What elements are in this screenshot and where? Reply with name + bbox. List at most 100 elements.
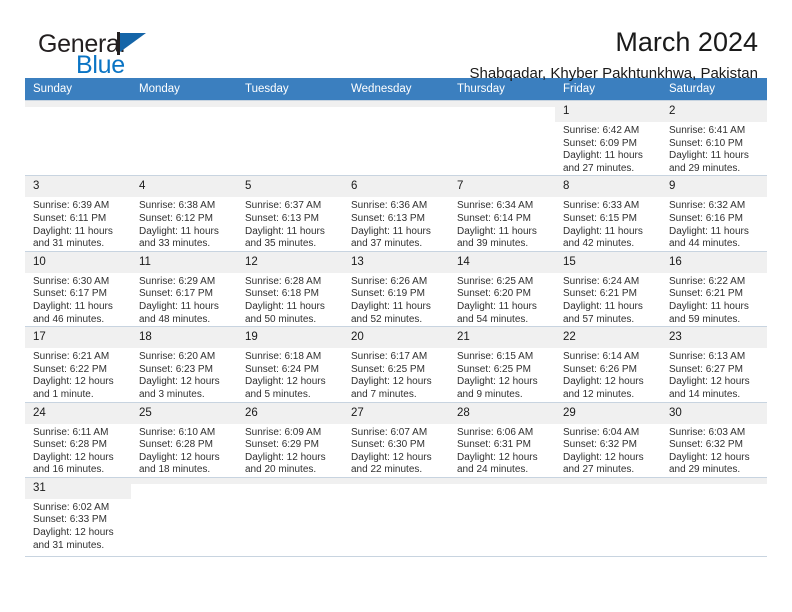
- sunrise-text: Sunrise: 6:17 AM: [351, 351, 428, 363]
- sunset-text: Sunset: 6:22 PM: [33, 363, 107, 375]
- day-number: 14: [449, 251, 555, 273]
- calendar-cell-empty: [237, 99, 343, 177]
- daylight-text: Daylight: 11 hours and 59 minutes.: [669, 300, 749, 325]
- calendar-day-cell[interactable]: 1 Sunrise: 6:42 AM Sunset: 6:09 PM Daylight…: [555, 99, 661, 177]
- calendar-day-cell[interactable]: 26 Sunrise: 6:09 AM Sunset: 6:29 PM Dayligh…: [237, 401, 343, 478]
- day-number: 25: [131, 402, 237, 424]
- sunrise-text: Sunrise: 6:28 AM: [245, 275, 322, 287]
- calendar-day-cell[interactable]: 15 Sunrise: 6:24 AM Sunset: 6:21 PM Dayligh…: [555, 250, 661, 328]
- sunrise-text: Sunrise: 6:03 AM: [669, 426, 746, 438]
- sunset-text: Sunset: 6:15 PM: [563, 212, 637, 224]
- daylight-text: Daylight: 11 hours and 27 minutes.: [563, 150, 643, 174]
- calendar-day-cell[interactable]: 10 Sunrise: 6:30 AM Sunset: 6:17 PM Dayligh…: [25, 250, 131, 328]
- sunrise-text: Sunrise: 6:29 AM: [139, 275, 216, 287]
- sunrise-text: Sunrise: 6:41 AM: [669, 125, 746, 136]
- calendar-day-cell[interactable]: 23 Sunrise: 6:13 AM Sunset: 6:27 PM Dayligh…: [661, 326, 767, 403]
- calendar-day-cell[interactable]: 31 Sunrise: 6:02 AM Sunset: 6:33 PM Dayligh…: [25, 476, 131, 557]
- day-details: Sunrise: 6:26 AM Sunset: 6:19 PM Daylight:…: [343, 273, 449, 326]
- daylight-text: Daylight: 11 hours and 48 minutes.: [139, 300, 219, 325]
- day-number: [661, 477, 767, 484]
- calendar-week-row: 24 Sunrise: 6:11 AM Sunset: 6:28 PM Dayligh…: [25, 401, 767, 478]
- day-details: Sunrise: 6:18 AM Sunset: 6:24 PM Daylight:…: [237, 348, 343, 401]
- calendar-day-cell[interactable]: 4 Sunrise: 6:38 AM Sunset: 6:12 PM Daylight…: [131, 175, 237, 252]
- calendar-cell-empty: [343, 99, 449, 177]
- calendar-day-cell[interactable]: 7 Sunrise: 6:34 AM Sunset: 6:14 PM Daylight…: [449, 175, 555, 252]
- day-number: 27: [343, 402, 449, 424]
- day-number: [343, 101, 449, 107]
- sunrise-text: Sunrise: 6:21 AM: [33, 351, 110, 363]
- calendar-day-cell[interactable]: 30 Sunrise: 6:03 AM Sunset: 6:32 PM Dayligh…: [661, 401, 767, 478]
- calendar-cell-empty: [131, 476, 237, 557]
- day-number: 3: [25, 176, 131, 198]
- calendar-day-cell[interactable]: 19 Sunrise: 6:18 AM Sunset: 6:24 PM Dayligh…: [237, 326, 343, 403]
- day-details: Sunrise: 6:33 AM Sunset: 6:15 PM Daylight:…: [555, 197, 661, 250]
- calendar-cell-empty: [237, 476, 343, 557]
- day-number: 15: [555, 251, 661, 273]
- calendar-day-cell[interactable]: 22 Sunrise: 6:14 AM Sunset: 6:26 PM Dayligh…: [555, 326, 661, 403]
- daylight-text: Daylight: 12 hours and 20 minutes.: [245, 451, 326, 476]
- calendar-day-cell[interactable]: 12 Sunrise: 6:28 AM Sunset: 6:18 PM Dayligh…: [237, 250, 343, 328]
- calendar-day-cell[interactable]: 16 Sunrise: 6:22 AM Sunset: 6:21 PM Dayligh…: [661, 250, 767, 328]
- day-number: 29: [555, 402, 661, 424]
- daylight-text: Daylight: 11 hours and 52 minutes.: [351, 300, 431, 325]
- sunrise-text: Sunrise: 6:22 AM: [669, 275, 746, 287]
- sunset-text: Sunset: 6:12 PM: [139, 212, 213, 224]
- calendar-day-cell[interactable]: 14 Sunrise: 6:25 AM Sunset: 6:20 PM Dayligh…: [449, 250, 555, 328]
- sunset-text: Sunset: 6:20 PM: [457, 288, 531, 300]
- day-details: Sunrise: 6:25 AM Sunset: 6:20 PM Daylight:…: [449, 273, 555, 326]
- calendar-day-cell[interactable]: 29 Sunrise: 6:04 AM Sunset: 6:32 PM Dayligh…: [555, 401, 661, 478]
- day-details: Sunrise: 6:32 AM Sunset: 6:16 PM Daylight:…: [661, 197, 767, 250]
- daylight-text: Daylight: 12 hours and 29 minutes.: [669, 451, 750, 476]
- general-blue-logo[interactable]: General Blue: [38, 30, 238, 82]
- sunrise-text: Sunrise: 6:14 AM: [563, 351, 640, 363]
- sunrise-text: Sunrise: 6:20 AM: [139, 351, 216, 363]
- calendar-day-cell[interactable]: 11 Sunrise: 6:29 AM Sunset: 6:17 PM Dayligh…: [131, 250, 237, 328]
- calendar-day-cell[interactable]: 20 Sunrise: 6:17 AM Sunset: 6:25 PM Dayligh…: [343, 326, 449, 403]
- calendar-day-cell[interactable]: 8 Sunrise: 6:33 AM Sunset: 6:15 PM Daylight…: [555, 175, 661, 252]
- daylight-text: Daylight: 11 hours and 42 minutes.: [563, 225, 643, 250]
- sunset-text: Sunset: 6:32 PM: [563, 439, 637, 451]
- calendar-cell-empty: [343, 476, 449, 557]
- sunrise-text: Sunrise: 6:13 AM: [669, 351, 746, 363]
- day-number: 8: [555, 176, 661, 198]
- sunrise-text: Sunrise: 6:26 AM: [351, 275, 428, 287]
- sunset-text: Sunset: 6:23 PM: [139, 363, 213, 375]
- calendar-day-cell[interactable]: 21 Sunrise: 6:15 AM Sunset: 6:25 PM Dayligh…: [449, 326, 555, 403]
- sunrise-text: Sunrise: 6:06 AM: [457, 426, 534, 438]
- sunrise-text: Sunrise: 6:39 AM: [33, 200, 110, 212]
- daylight-text: Daylight: 11 hours and 50 minutes.: [245, 300, 325, 325]
- calendar-day-cell[interactable]: 18 Sunrise: 6:20 AM Sunset: 6:23 PM Dayligh…: [131, 326, 237, 403]
- day-details: Sunrise: 6:10 AM Sunset: 6:28 PM Daylight:…: [131, 424, 237, 477]
- day-number: 5: [237, 176, 343, 198]
- day-number: 12: [237, 251, 343, 273]
- calendar-day-cell[interactable]: 25 Sunrise: 6:10 AM Sunset: 6:28 PM Dayligh…: [131, 401, 237, 478]
- daylight-text: Daylight: 11 hours and 57 minutes.: [563, 300, 643, 325]
- calendar-day-cell[interactable]: 28 Sunrise: 6:06 AM Sunset: 6:31 PM Dayligh…: [449, 401, 555, 478]
- daylight-text: Daylight: 12 hours and 5 minutes.: [245, 376, 326, 400]
- day-number: 24: [25, 402, 131, 424]
- day-details: Sunrise: 6:28 AM Sunset: 6:18 PM Daylight:…: [237, 273, 343, 326]
- sunrise-text: Sunrise: 6:04 AM: [563, 426, 640, 438]
- calendar-day-cell[interactable]: 24 Sunrise: 6:11 AM Sunset: 6:28 PM Dayligh…: [25, 401, 131, 478]
- calendar-day-cell[interactable]: 13 Sunrise: 6:26 AM Sunset: 6:19 PM Dayligh…: [343, 250, 449, 328]
- calendar-week-row: 1 Sunrise: 6:42 AM Sunset: 6:09 PM Daylight…: [25, 99, 767, 177]
- calendar-day-cell[interactable]: 6 Sunrise: 6:36 AM Sunset: 6:13 PM Daylight…: [343, 175, 449, 252]
- daylight-text: Daylight: 11 hours and 33 minutes.: [139, 225, 219, 250]
- calendar-day-cell[interactable]: 2 Sunrise: 6:41 AM Sunset: 6:10 PM Daylight…: [661, 99, 767, 177]
- day-details: Sunrise: 6:02 AM Sunset: 6:33 PM Daylight:…: [25, 499, 131, 552]
- day-details: Sunrise: 6:24 AM Sunset: 6:21 PM Daylight:…: [555, 273, 661, 326]
- day-number: 22: [555, 327, 661, 349]
- calendar-day-cell[interactable]: 3 Sunrise: 6:39 AM Sunset: 6:11 PM Daylight…: [25, 175, 131, 252]
- calendar-day-cell[interactable]: 17 Sunrise: 6:21 AM Sunset: 6:22 PM Dayligh…: [25, 326, 131, 403]
- sunrise-text: Sunrise: 6:10 AM: [139, 426, 216, 438]
- sunset-text: Sunset: 6:11 PM: [33, 212, 107, 224]
- calendar-day-cell[interactable]: 9 Sunrise: 6:32 AM Sunset: 6:16 PM Daylight…: [661, 175, 767, 252]
- calendar-week-row: 17 Sunrise: 6:21 AM Sunset: 6:22 PM Dayligh…: [25, 326, 767, 403]
- calendar-day-cell[interactable]: 5 Sunrise: 6:37 AM Sunset: 6:13 PM Daylight…: [237, 175, 343, 252]
- day-number: [237, 101, 343, 107]
- calendar-day-cell[interactable]: 27 Sunrise: 6:07 AM Sunset: 6:30 PM Dayligh…: [343, 401, 449, 478]
- sunset-text: Sunset: 6:16 PM: [669, 212, 743, 224]
- day-details: Sunrise: 6:21 AM Sunset: 6:22 PM Daylight:…: [25, 348, 131, 401]
- calendar-cell-empty: [661, 476, 767, 557]
- day-number: [343, 477, 449, 484]
